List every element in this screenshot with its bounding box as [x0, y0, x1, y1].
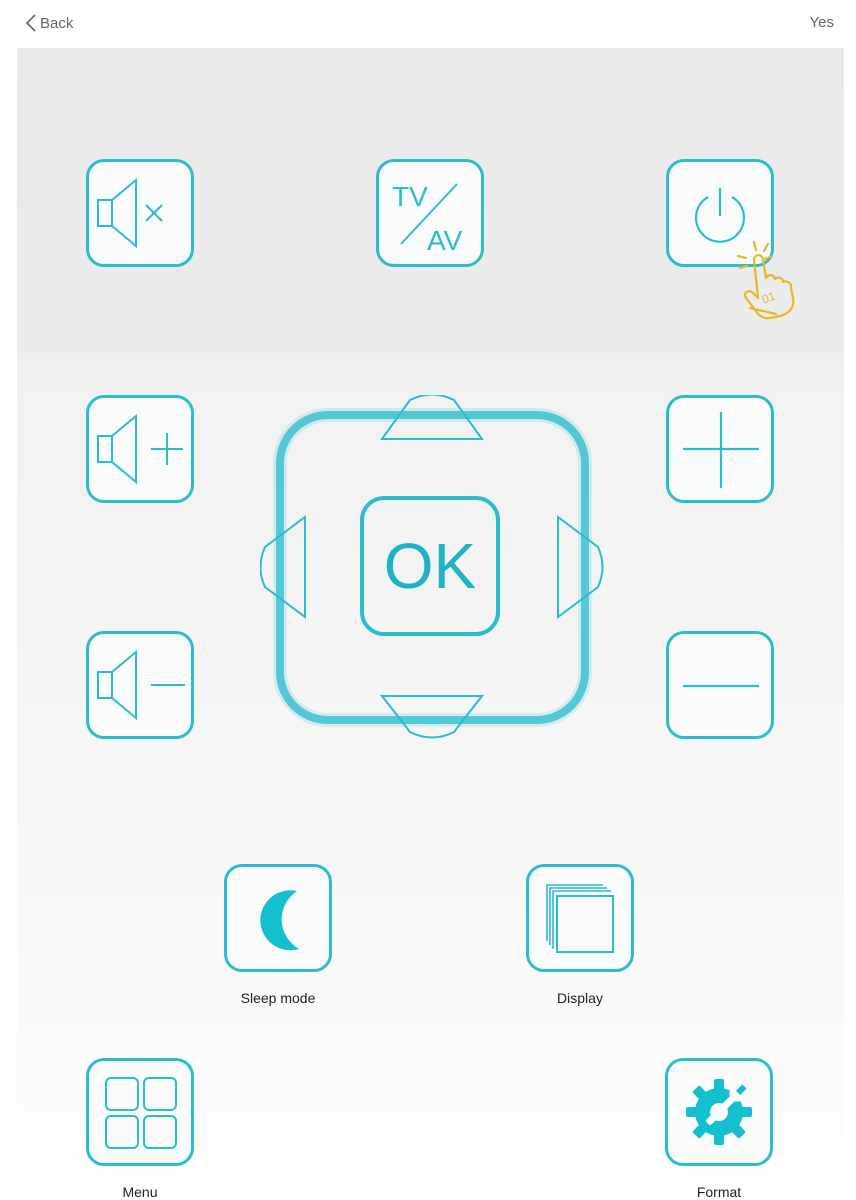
- tv-av-button[interactable]: TV AV: [376, 159, 484, 267]
- channel-up-button[interactable]: [666, 395, 774, 503]
- av-label: AV: [427, 225, 463, 256]
- display-button[interactable]: [526, 864, 634, 972]
- moon-icon: [260, 890, 299, 951]
- mute-icon: [97, 177, 163, 249]
- mute-button[interactable]: [86, 159, 194, 267]
- back-label: Back: [40, 14, 74, 32]
- menu-label: Menu: [122, 1184, 158, 1200]
- volume-down-icon: [97, 649, 185, 721]
- gear-wrench-icon: [686, 1079, 752, 1145]
- tv-label: TV: [392, 181, 428, 212]
- menu-button[interactable]: [86, 1058, 194, 1166]
- tv-av-icon: TV AV: [392, 181, 463, 256]
- ok-button[interactable]: OK: [360, 496, 500, 636]
- top-nav-bar: Back Yes: [0, 0, 856, 48]
- tap-hand-icon: 01: [736, 240, 795, 320]
- hint-text: 01: [760, 289, 778, 307]
- format-label: Format: [696, 1184, 742, 1200]
- sleep-mode-button[interactable]: [224, 864, 332, 972]
- channel-down-button[interactable]: [666, 631, 774, 739]
- sleep-mode-label: Sleep mode: [240, 990, 316, 1006]
- volume-up-icon: [97, 413, 183, 485]
- yes-button[interactable]: Yes: [810, 14, 834, 31]
- display-label: Display: [557, 990, 603, 1006]
- back-button[interactable]: Back: [24, 10, 73, 36]
- grid-icon: [105, 1077, 177, 1149]
- chevron-left-icon: [25, 14, 36, 32]
- volume-down-button[interactable]: [86, 631, 194, 739]
- plus-icon: [683, 412, 759, 488]
- display-layers-icon: [546, 884, 614, 953]
- volume-up-button[interactable]: [86, 395, 194, 503]
- format-button[interactable]: [665, 1058, 773, 1166]
- minus-icon: [683, 684, 759, 688]
